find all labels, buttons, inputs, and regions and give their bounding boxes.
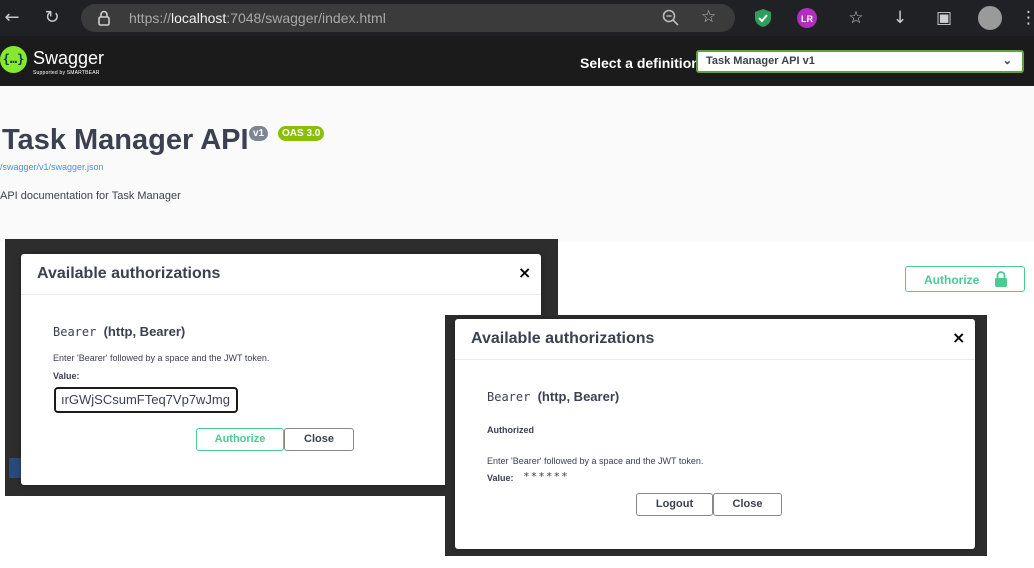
authorize-button[interactable]: Authorize <box>905 266 1025 292</box>
back-arrow-icon[interactable]: ← <box>0 6 24 30</box>
favorite-star-icon[interactable]: ☆ <box>701 7 723 29</box>
definition-select-label: Select a definition <box>580 55 700 71</box>
authorizations-modal-right: Available authorizations × Bearer (http,… <box>455 319 975 549</box>
modal-title: Available authorizations <box>37 265 221 282</box>
browser-toolbar: ← ↻ https://localhost:7048/swagger/index… <box>0 0 1034 36</box>
swagger-logo-icon[interactable]: {…} <box>0 46 27 73</box>
profile-avatar-icon[interactable] <box>978 6 1002 30</box>
zoom-icon[interactable] <box>661 8 681 28</box>
logout-button[interactable]: Logout <box>636 493 713 516</box>
screenshot-icon[interactable]: ▣ <box>932 6 956 30</box>
api-info-section: Task Manager API v1 OAS 3.0 /swagger/v1/… <box>0 86 1034 242</box>
api-description: API documentation for Task Manager <box>0 190 181 202</box>
close-icon[interactable]: × <box>518 263 531 282</box>
value-label: Value: <box>53 371 80 381</box>
modal-close-button[interactable]: Close <box>284 428 354 451</box>
auth-scheme-heading: Bearer (http, Bearer) <box>487 389 620 404</box>
download-icon[interactable]: ↓ <box>888 6 912 30</box>
authorized-status: Authorized <box>487 425 534 435</box>
definition-select[interactable]: Task Manager API v1 ⌄ <box>696 50 1024 73</box>
swagger-topbar: {…} Swagger Supported by SMARTBEAR Selec… <box>0 36 1034 86</box>
page-title: Task Manager API <box>2 124 249 156</box>
auth-scheme-heading: Bearer (http, Bearer) <box>53 324 186 339</box>
lock-icon <box>995 271 1007 287</box>
auth-instruction: Enter 'Bearer' followed by a space and t… <box>487 456 704 466</box>
version-badge: v1 <box>249 126 269 141</box>
modal-title: Available authorizations <box>471 330 655 347</box>
chevron-down-icon: ⌄ <box>1002 55 1012 67</box>
reload-icon[interactable]: ↻ <box>40 6 64 30</box>
extension-lr-icon[interactable]: LR <box>797 8 817 28</box>
more-menu-icon[interactable]: ⋮ <box>1020 6 1034 30</box>
swagger-logo-text[interactable]: Swagger <box>33 48 104 69</box>
shield-extension-icon[interactable] <box>752 7 774 29</box>
modal-divider <box>455 359 975 360</box>
value-label: Value: <box>487 473 514 483</box>
oas-badge: OAS 3.0 <box>278 126 325 141</box>
address-bar[interactable]: https://localhost:7048/swagger/index.htm… <box>81 4 735 32</box>
spec-json-link[interactable]: /swagger/v1/swagger.json <box>0 162 104 172</box>
modal-close-button[interactable]: Close <box>713 493 782 516</box>
swagger-logo-subtext: Supported by SMARTBEAR <box>33 70 100 76</box>
favorites-list-icon[interactable]: ☆ <box>844 6 868 30</box>
close-icon[interactable]: × <box>952 328 965 347</box>
token-input[interactable]: ırGWjSCsumFTeq7Vp7wJmg <box>54 387 238 413</box>
modal-authorize-button[interactable]: Authorize <box>196 428 284 451</box>
definition-select-value: Task Manager API v1 <box>706 55 815 67</box>
url-text[interactable]: https://localhost:7048/swagger/index.htm… <box>129 10 386 26</box>
auth-instruction: Enter 'Bearer' followed by a space and t… <box>53 353 270 363</box>
masked-token-value: ****** <box>523 470 569 483</box>
lock-icon[interactable] <box>95 9 113 27</box>
modal-divider <box>21 294 541 295</box>
authorize-button-label: Authorize <box>924 273 980 287</box>
